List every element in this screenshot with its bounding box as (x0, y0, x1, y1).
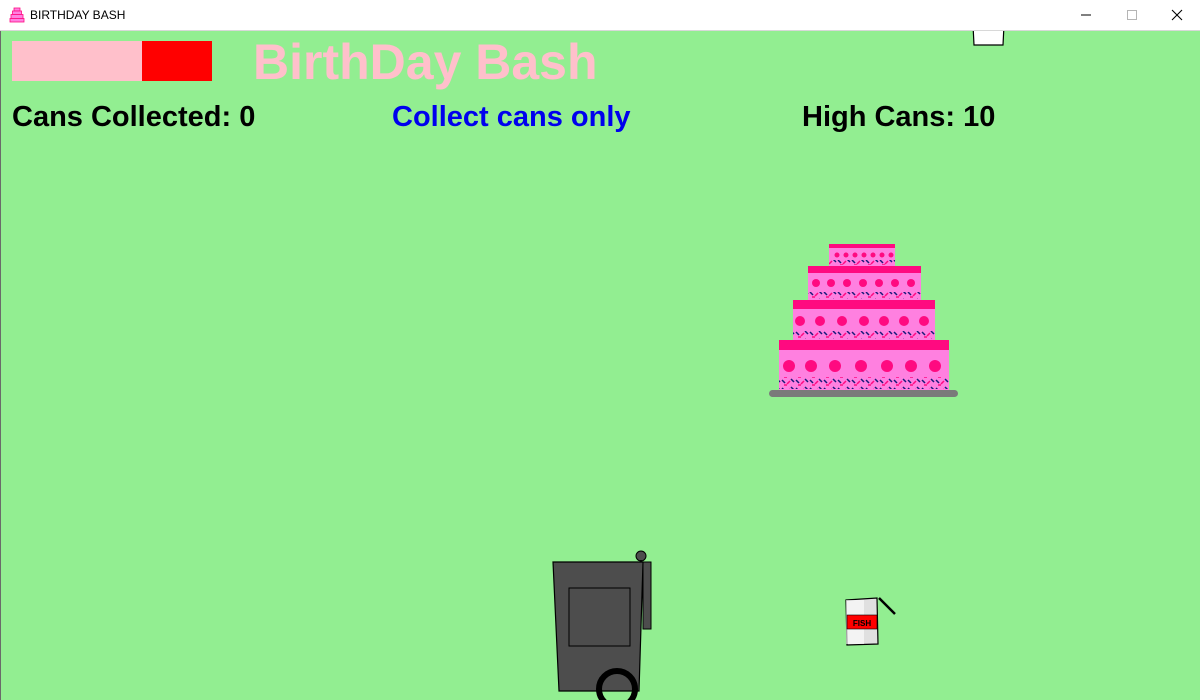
close-button[interactable] (1154, 0, 1200, 30)
maximize-icon (1127, 10, 1137, 20)
maximize-button[interactable] (1109, 0, 1155, 30)
window-title: BIRTHDAY BASH (30, 8, 126, 22)
falling-can-sprite (972, 31, 1005, 46)
health-bar-fill (142, 41, 212, 81)
close-icon (1171, 9, 1183, 21)
high-cans-counter: High Cans: 10 (802, 101, 996, 133)
minimize-icon (1081, 14, 1091, 16)
cake-icon (9, 7, 25, 23)
minimize-button[interactable] (1063, 0, 1109, 30)
cans-collected-counter: Cans Collected: 0 (12, 101, 256, 133)
birthday-cake-sprite (769, 244, 958, 397)
game-canvas[interactable]: BirthDay Bash Cans Collected: 0 Collect … (0, 31, 1200, 700)
fish-can-label: FISH (853, 619, 871, 628)
wheelie-bin-player[interactable] (549, 547, 657, 700)
game-title: BirthDay Bash (253, 34, 598, 90)
fish-can-sprite: FISH (845, 597, 896, 646)
instruction-text: Collect cans only (392, 101, 631, 133)
window-titlebar[interactable]: BIRTHDAY BASH (0, 0, 1200, 31)
health-bar (12, 41, 212, 81)
